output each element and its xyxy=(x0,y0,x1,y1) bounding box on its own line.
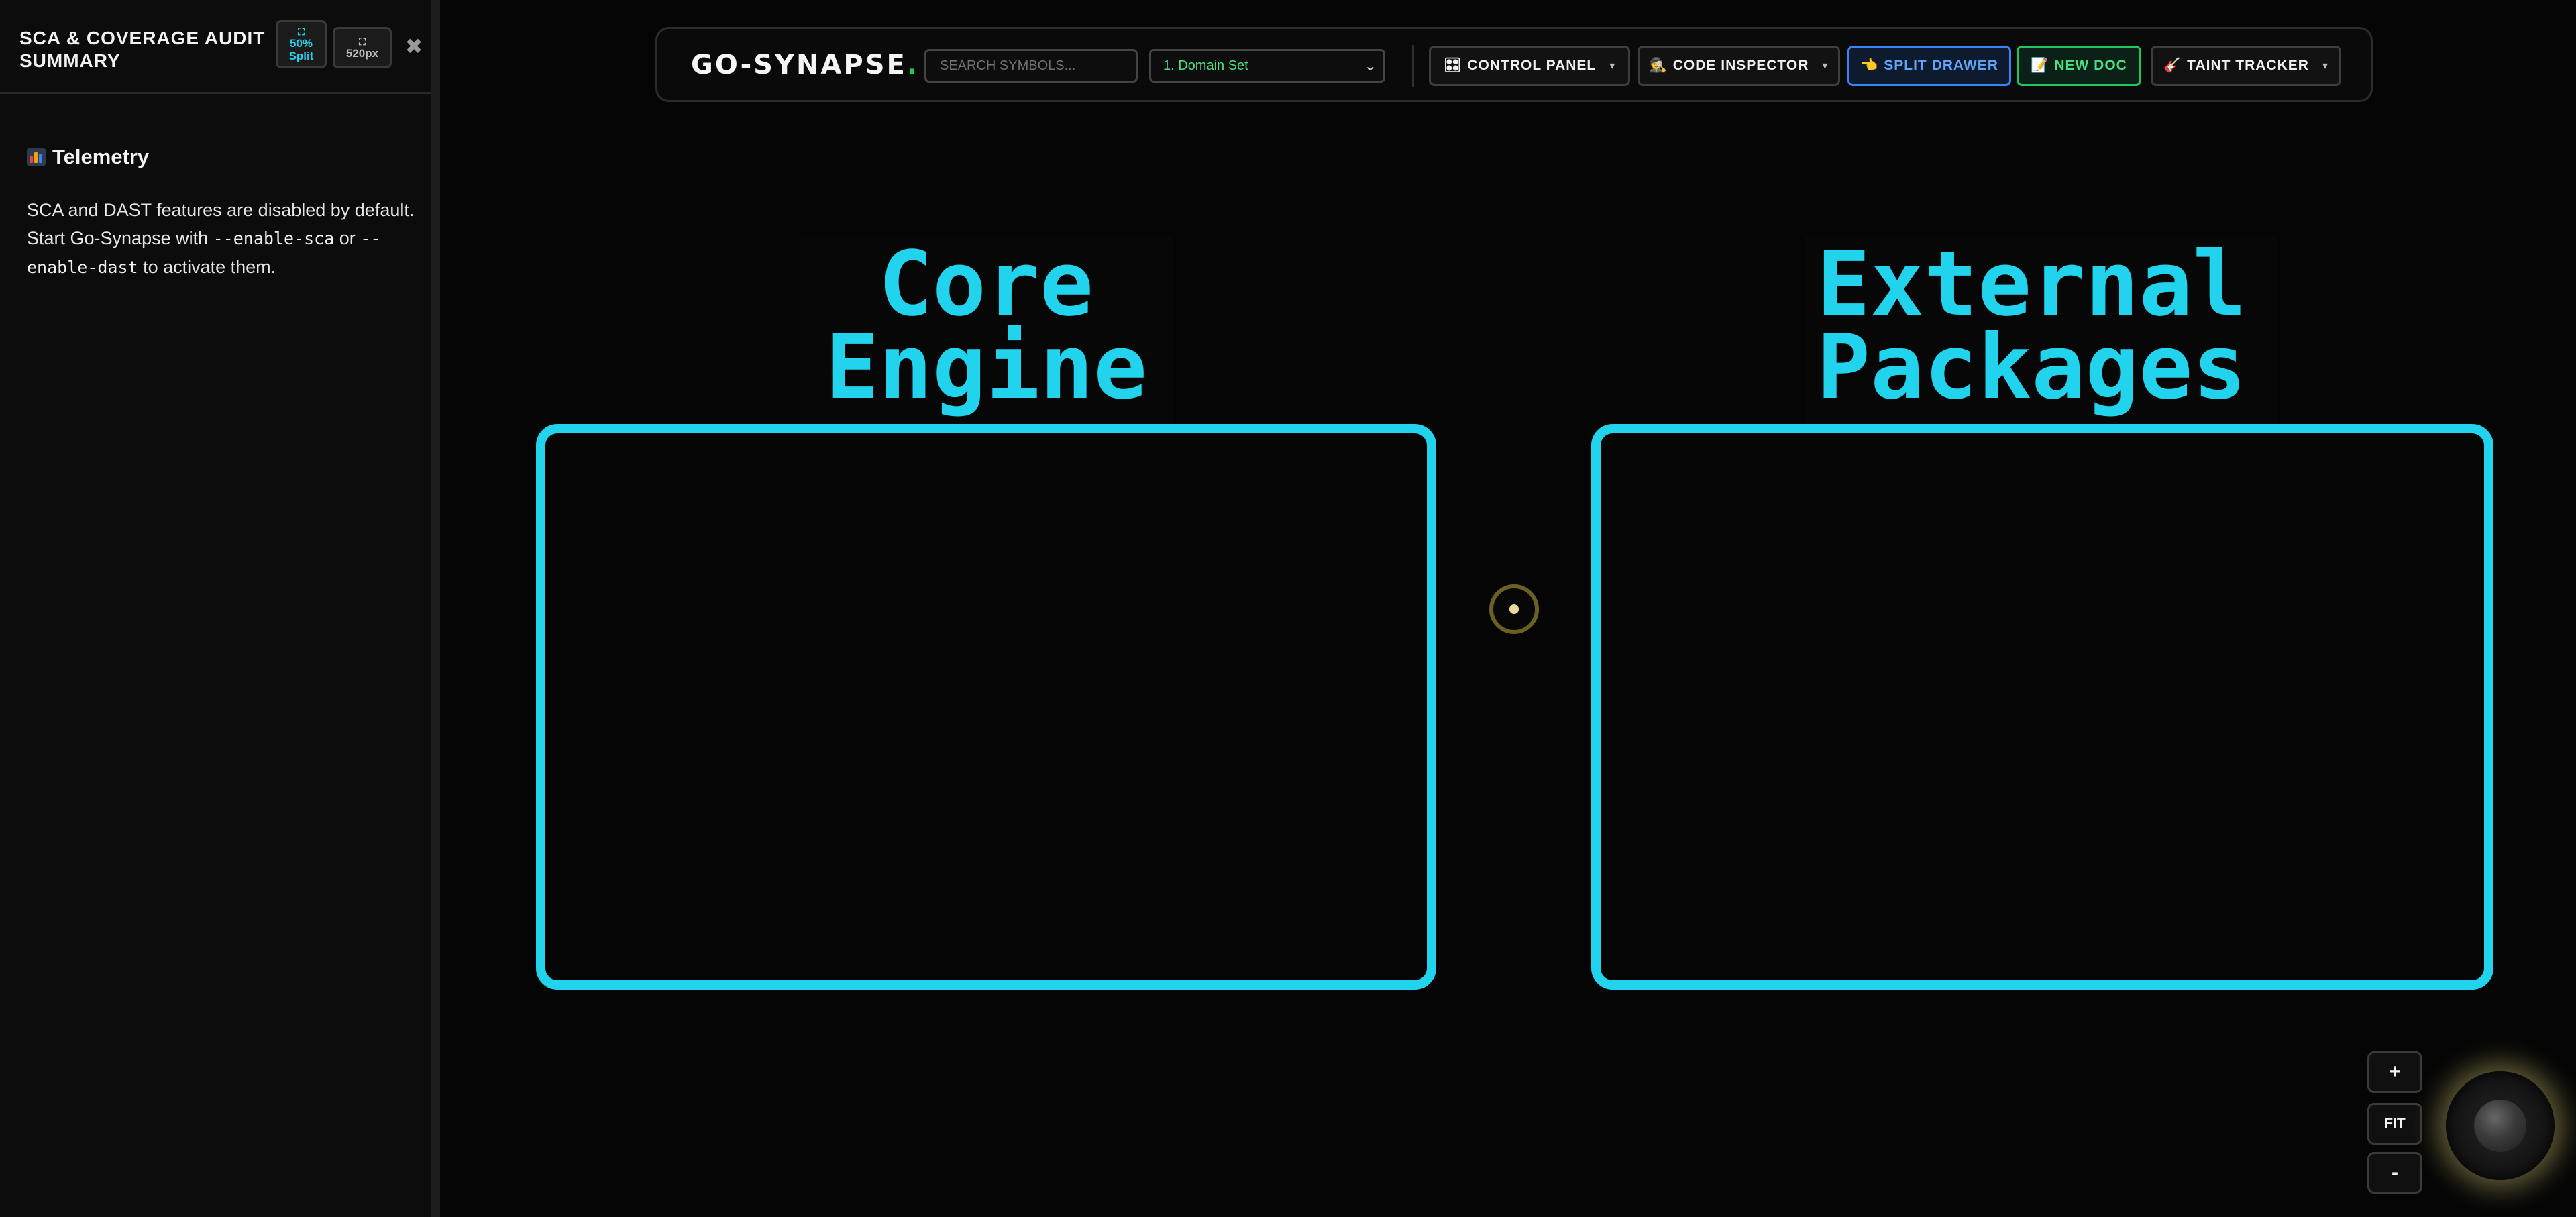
navigation-joystick[interactable] xyxy=(2446,1071,2555,1180)
chevron-down-icon: ⌄ xyxy=(1364,57,1377,74)
zoom-fit-button[interactable]: FIT xyxy=(2367,1103,2422,1145)
split-value: 50% xyxy=(289,37,313,50)
core-engine-group-label: Core Engine xyxy=(800,236,1173,425)
external-packages-group-label: External Packages xyxy=(1805,236,2277,425)
search-symbols-input[interactable] xyxy=(924,49,1138,83)
control-panel-button[interactable]: 🎛 CONTROL PANEL ▾ xyxy=(1429,46,1630,86)
caret-down-icon: ▾ xyxy=(1609,60,1616,72)
control-panel-label: CONTROL PANEL xyxy=(1467,58,1597,73)
guitar-icon: 🎸 xyxy=(2163,58,2182,73)
grid-icon: 🎛 xyxy=(1443,58,1462,73)
bar-chart-icon xyxy=(27,148,46,166)
sidebar-title: SCA & COVERAGE AUDIT SUMMARY xyxy=(19,28,266,71)
sidebar-header: SCA & COVERAGE AUDIT SUMMARY ⛶ 50% Split… xyxy=(0,0,431,94)
expand-icon: ⛶ xyxy=(359,36,366,47)
top-toolbar: GO-SYNAPSE. 1. Domain Set ⌄ 🎛 CONTROL PA… xyxy=(655,27,2373,102)
taint-tracker-button[interactable]: 🎸 TAINT TRACKER ▾ xyxy=(2151,46,2341,86)
external-packages-group[interactable] xyxy=(1591,424,2493,990)
core-engine-group[interactable] xyxy=(536,424,1436,990)
detective-icon: 🕵 xyxy=(1649,58,1668,73)
description-text: to activate them. xyxy=(138,257,276,277)
telemetry-heading: Telemetry xyxy=(27,145,149,169)
caret-down-icon: ▾ xyxy=(1822,60,1829,72)
width-label: 520px xyxy=(345,46,379,60)
zoom-out-button[interactable]: - xyxy=(2367,1152,2422,1194)
taint-tracker-label: TAINT TRACKER xyxy=(2187,58,2309,73)
sidebar-panel: SCA & COVERAGE AUDIT SUMMARY ⛶ 50% Split… xyxy=(0,0,440,1217)
select-value: 1. Domain Set xyxy=(1163,58,1248,73)
description-text: or xyxy=(334,228,361,248)
graph-node[interactable] xyxy=(1489,584,1539,634)
group-label-line: Packages xyxy=(1817,316,2247,419)
caret-down-icon: ▾ xyxy=(2322,60,2328,72)
logo-dot: . xyxy=(906,50,920,81)
telemetry-title: Telemetry xyxy=(52,145,150,168)
split-drawer-label: SPLIT DRAWER xyxy=(1884,58,1998,73)
width-520-button[interactable]: ⛶ 520px xyxy=(333,27,392,68)
group-label-line: Engine xyxy=(824,316,1148,419)
split-50-button[interactable]: ⛶ 50% Split xyxy=(276,20,327,68)
memo-icon: 📝 xyxy=(2031,58,2049,73)
group-label-line: External xyxy=(1817,233,2247,336)
new-doc-label: NEW DOC xyxy=(2054,58,2127,73)
app-logo: GO-SYNAPSE. xyxy=(691,50,919,81)
telemetry-description: SCA and DAST features are disabled by de… xyxy=(27,196,416,282)
zoom-in-button[interactable]: + xyxy=(2367,1051,2422,1093)
domain-set-select[interactable]: 1. Domain Set ⌄ xyxy=(1149,49,1385,83)
new-doc-button[interactable]: 📝 NEW DOC xyxy=(2017,46,2141,86)
group-label-line: Core xyxy=(878,233,1094,336)
pointing-hand-icon: 👈 xyxy=(1860,58,1879,73)
code-inspector-button[interactable]: 🕵 CODE INSPECTOR ▾ xyxy=(1638,46,1840,86)
split-drawer-button[interactable]: 👈 SPLIT DRAWER xyxy=(1847,46,2011,86)
close-icon[interactable]: ✖ xyxy=(402,34,425,59)
flag-enable-sca: --enable-sca xyxy=(213,229,335,248)
toolbar-divider xyxy=(1412,45,1414,87)
split-label: Split xyxy=(288,50,314,62)
expand-icon: ⛶ xyxy=(298,26,305,37)
code-inspector-label: CODE INSPECTOR xyxy=(1672,58,1809,73)
logo-text: GO-SYNAPSE xyxy=(691,50,907,81)
